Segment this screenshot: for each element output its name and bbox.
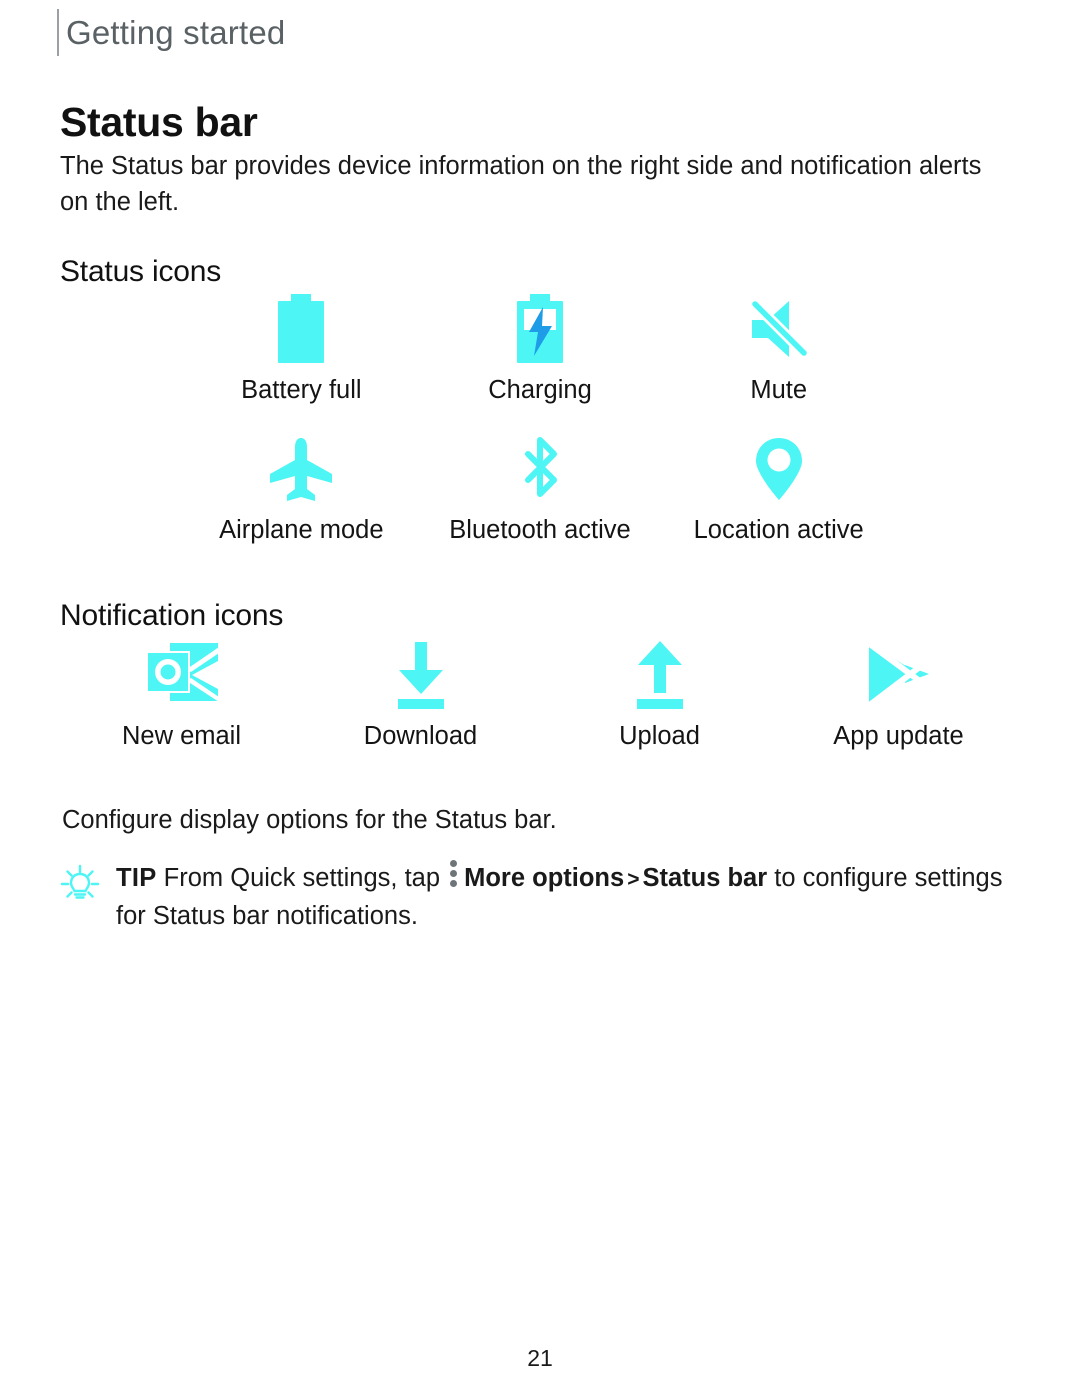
running-head: Getting started bbox=[66, 14, 286, 51]
status-icon-cell-charging: Charging bbox=[421, 292, 660, 406]
notification-icon-cell-upload: Upload bbox=[540, 638, 779, 752]
notification-icon-cell-new-email: New email bbox=[62, 638, 301, 752]
status-icon-cell-bluetooth-active: Bluetooth active bbox=[421, 432, 660, 546]
notification-icon-cell-download: Download bbox=[301, 638, 540, 752]
location-active-icon bbox=[748, 432, 810, 506]
status-icons-row-1: Battery full Charging Mute bbox=[182, 292, 898, 406]
notification-icon-label: Download bbox=[363, 722, 478, 750]
notification-icon-label: App update bbox=[833, 722, 964, 750]
notification-icon-cell-app-update: App update bbox=[779, 638, 1018, 752]
status-icon-cell-battery-full: Battery full bbox=[182, 292, 421, 406]
lightbulb-icon bbox=[60, 864, 100, 899]
status-icon-label: Battery full bbox=[241, 376, 362, 404]
status-icons-heading: Status icons bbox=[60, 255, 222, 288]
configure-paragraph: Configure display options for the Status… bbox=[62, 806, 557, 834]
airplane-mode-icon bbox=[264, 432, 338, 506]
tip-label: TIP bbox=[116, 864, 157, 892]
header-divider-rule bbox=[57, 9, 59, 56]
notification-icons-heading: Notification icons bbox=[60, 599, 284, 632]
notification-icon-label: New email bbox=[121, 722, 242, 750]
new-email-icon bbox=[142, 638, 222, 712]
download-icon bbox=[390, 638, 452, 712]
status-icon-label: Bluetooth active bbox=[449, 516, 631, 544]
tip-bold-more-options: More options bbox=[464, 864, 625, 892]
notification-icons-row: New email Download Upload App update bbox=[62, 638, 1018, 752]
tip-text-before: From Quick settings, tap bbox=[163, 864, 441, 892]
status-icon-cell-location-active: Location active bbox=[659, 432, 898, 546]
notification-icon-label: Upload bbox=[619, 722, 700, 750]
status-icon-label: Location active bbox=[693, 516, 864, 544]
tip-callout: TIP From Quick settings, tap More option… bbox=[58, 860, 1018, 934]
status-icon-cell-airplane-mode: Airplane mode bbox=[182, 432, 421, 546]
status-icons-row-2: Airplane mode Bluetooth active Location … bbox=[182, 432, 898, 546]
page-header: Getting started bbox=[0, 0, 1080, 70]
upload-icon bbox=[629, 638, 691, 712]
battery-full-icon bbox=[270, 292, 332, 366]
status-icon-label: Airplane mode bbox=[219, 516, 384, 544]
bluetooth-active-icon bbox=[512, 432, 568, 506]
tip-text: TIP From Quick settings, tap More option… bbox=[58, 860, 1018, 934]
page-title: Status bar bbox=[60, 99, 258, 145]
intro-paragraph: The Status bar provides device informati… bbox=[60, 152, 982, 216]
tip-separator: > bbox=[627, 868, 640, 891]
page-number: 21 bbox=[527, 1345, 553, 1371]
status-icon-label: Charging bbox=[488, 376, 592, 404]
battery-charging-icon bbox=[509, 292, 571, 366]
status-icon-label: Mute bbox=[750, 376, 808, 404]
app-update-icon bbox=[859, 638, 939, 712]
mute-icon bbox=[742, 292, 816, 366]
tip-bold-status-bar: Status bar bbox=[642, 864, 768, 892]
status-icon-cell-mute: Mute bbox=[659, 292, 898, 406]
more-options-kebab-icon bbox=[450, 860, 459, 887]
